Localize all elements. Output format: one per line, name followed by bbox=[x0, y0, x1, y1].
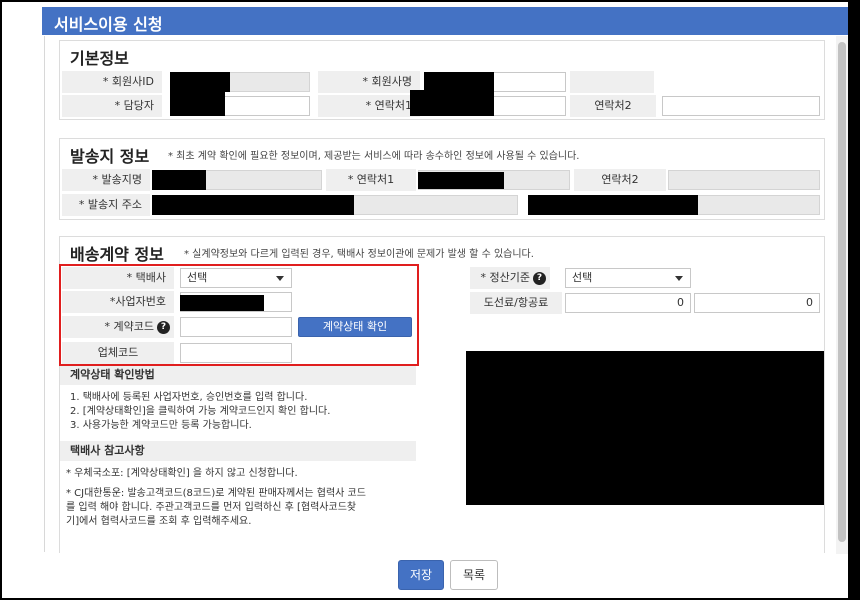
redacted-member-id bbox=[170, 72, 230, 92]
list-button[interactable]: 목록 bbox=[450, 560, 498, 590]
redacted-member-name bbox=[424, 72, 494, 92]
redacted-origin-contact1 bbox=[418, 172, 504, 189]
origin-name-label: * 발송지명 bbox=[62, 169, 150, 191]
redacted-image-area bbox=[466, 351, 824, 505]
title-bar: 서비스이용 신청 bbox=[42, 7, 848, 35]
window-title: 서비스이용 신청 bbox=[54, 15, 163, 34]
contact1-label: * 연락처1 bbox=[318, 95, 420, 117]
service-application-window: 서비스이용 신청 기본정보 * 회원사ID * 회원사명 * 담당자 * 연락처… bbox=[2, 2, 848, 598]
check-method-line-2: 2. [계약상태확인]을 클릭하여 가능 계약코드인지 확인 합니다. bbox=[70, 406, 331, 417]
fee-label: 도선료/항공료 bbox=[470, 292, 562, 314]
contact2-field[interactable] bbox=[662, 96, 820, 116]
basic-info-section: 기본정보 * 회원사ID * 회원사명 * 담당자 * 연락처1 연락처2 bbox=[59, 40, 825, 120]
help-question-icon[interactable]: ? bbox=[533, 271, 546, 285]
check-method-line-1: 1. 택배사에 등록된 사업자번호, 승인번호를 입력 합니다. bbox=[70, 392, 308, 403]
highlight-box bbox=[59, 264, 419, 366]
courier-reference-line-2: * CJ대한통운: 발송고객코드(8코드)로 계약된 판매자께서는 협력사 코드 bbox=[66, 488, 366, 499]
redacted-contact1 bbox=[410, 90, 494, 116]
contract-info-note: * 실계약정보와 다르게 입력된 경우, 택배사 정보이관에 문제가 발생 할 … bbox=[184, 249, 534, 260]
origin-contact1-label: * 연락처1 bbox=[326, 169, 416, 191]
settlement-select-value: 선택 bbox=[572, 271, 593, 284]
contract-info-title: 배송계약 정보 bbox=[70, 245, 164, 264]
save-button[interactable]: 저장 bbox=[398, 560, 444, 590]
empty-label-cell bbox=[570, 71, 654, 93]
redacted-origin-address-detail bbox=[528, 195, 698, 215]
redacted-origin-address bbox=[152, 195, 354, 215]
fee-field-2[interactable]: 0 bbox=[694, 293, 820, 313]
check-method-line-3: 3. 사용가능한 계약코드만 등록 가능합니다. bbox=[70, 420, 252, 431]
settlement-label: * 정산기준 bbox=[480, 271, 530, 284]
basic-info-title: 기본정보 bbox=[70, 49, 129, 68]
manager-label: * 담당자 bbox=[62, 95, 162, 117]
form-content: 기본정보 * 회원사ID * 회원사명 * 담당자 * 연락처1 연락처2 발송… bbox=[44, 36, 848, 553]
origin-contact2-field bbox=[668, 170, 820, 190]
origin-info-section: 발송지 정보 * 최초 계약 확인에 필요한 정보이며, 제공받는 서비스에 따… bbox=[59, 138, 825, 220]
fee-field-1[interactable]: 0 bbox=[565, 293, 691, 313]
origin-info-title: 발송지 정보 bbox=[70, 147, 150, 166]
settlement-select[interactable]: 선택 bbox=[565, 268, 691, 288]
courier-reference-line-4: 기]에서 협력사코드를 조회 후 입력해주세요. bbox=[66, 516, 252, 527]
origin-contact2-label: 연락처2 bbox=[574, 169, 666, 191]
redacted-origin-name bbox=[152, 170, 206, 190]
settlement-label-cell: * 정산기준? bbox=[470, 267, 550, 289]
chevron-down-icon bbox=[675, 276, 683, 281]
member-name-label: * 회원사명 bbox=[318, 71, 420, 93]
redacted-manager bbox=[170, 90, 225, 116]
scrollbar-thumb[interactable] bbox=[838, 42, 846, 542]
courier-reference-line-1: * 우체국소포: [계약상태확인] 을 하지 않고 신청합니다. bbox=[66, 468, 298, 479]
contact2-label: 연락처2 bbox=[570, 95, 656, 117]
origin-info-note: * 최초 계약 확인에 필요한 정보이며, 제공받는 서비스에 따라 송수하인 … bbox=[168, 151, 580, 162]
origin-address-label: * 발송지 주소 bbox=[62, 194, 150, 216]
courier-reference-title: 택배사 참고사항 bbox=[60, 441, 416, 461]
courier-reference-line-3: 를 입력 해야 합니다. 주관고객코드를 먼저 입력하신 후 [협력사코드찾 bbox=[66, 502, 357, 513]
check-method-title: 계약상태 확인방법 bbox=[60, 365, 416, 385]
member-id-label: * 회원사ID bbox=[62, 71, 162, 93]
